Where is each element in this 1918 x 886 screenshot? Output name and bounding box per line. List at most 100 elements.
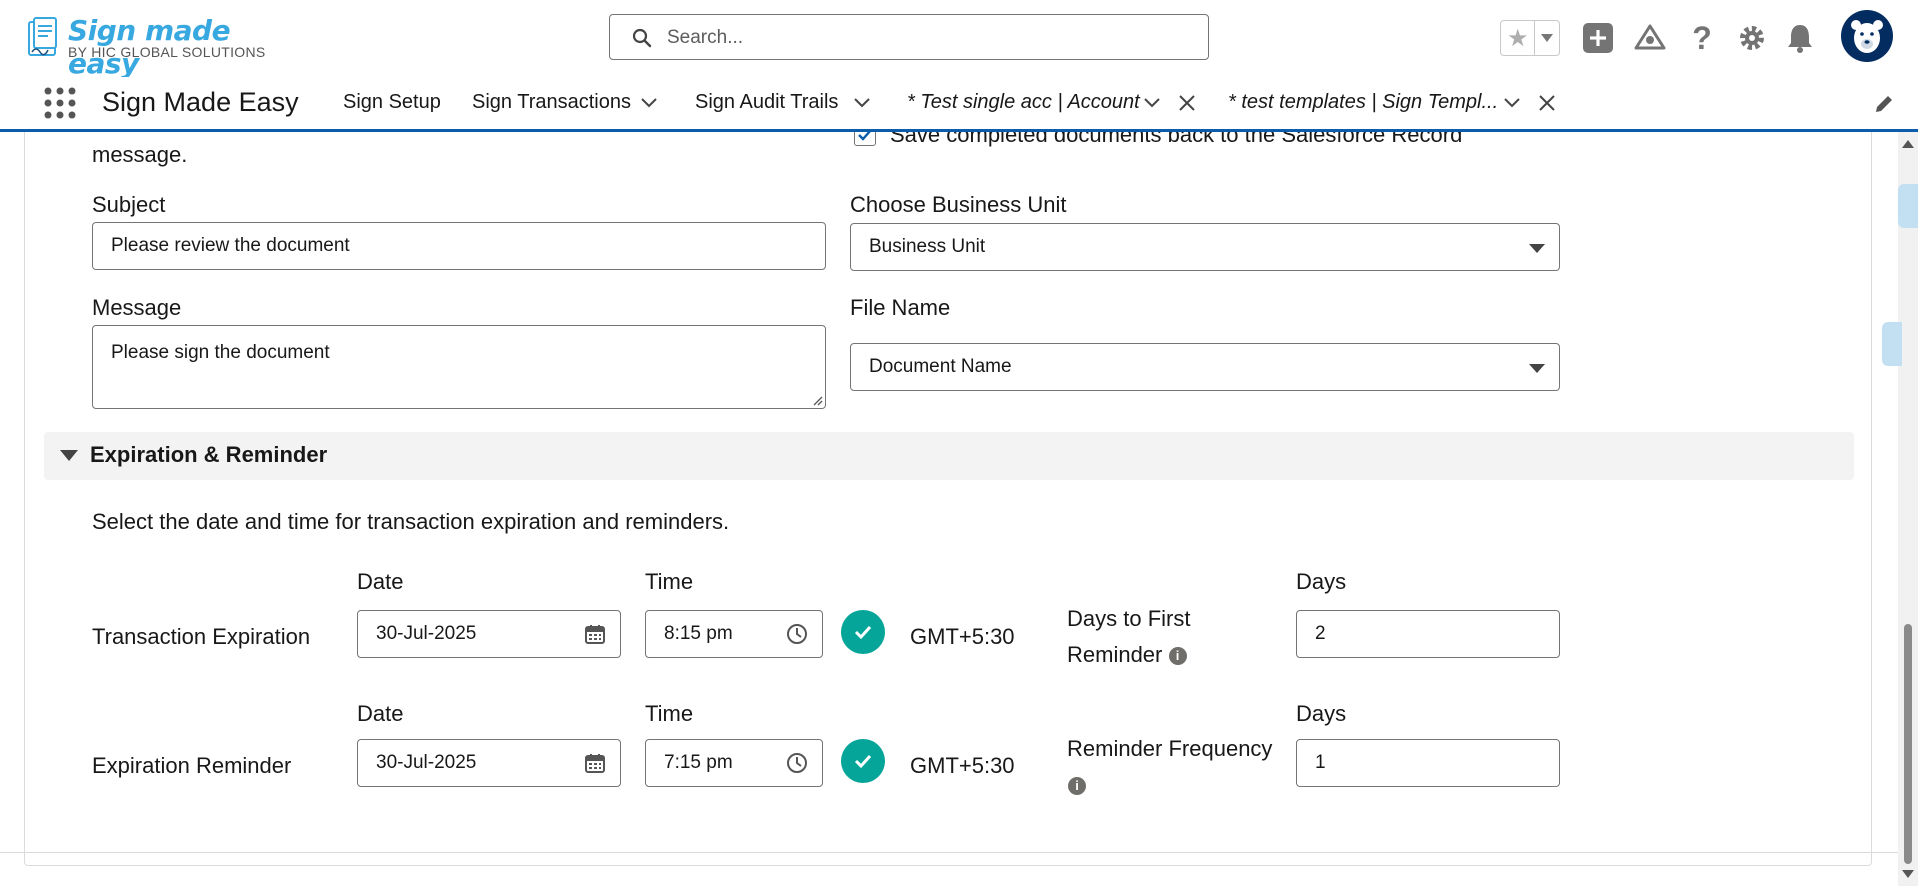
subject-label: Subject [92,192,166,217]
expiration-reminder-date[interactable]: 30-Jul-2025 [357,739,621,787]
page-content: message. Save completed documents back t… [0,132,1898,886]
checkmark-icon [858,132,871,141]
chevron-down-icon[interactable] [640,97,658,109]
subject-input[interactable]: Please review the document [92,222,826,270]
section-title: Expiration & Reminder [90,442,328,467]
navigation-bar: Sign Made Easy Sign Setup Sign Transacti… [0,77,1918,132]
message-textarea[interactable]: Please sign the document [92,325,826,409]
side-panel-tab[interactable] [1898,184,1918,228]
file-name-label: File Name [850,295,951,320]
caret-down-icon [1529,244,1545,253]
collapse-triangle-icon [60,450,78,461]
timezone-text: GMT+5:30 [910,753,1015,778]
nav-tab-test-account[interactable]: * Test single acc | Account [907,91,1140,114]
help-icon: ? [1692,19,1712,56]
expiration-section-header[interactable]: Expiration & Reminder [44,432,1854,480]
favorites-dropdown[interactable] [1534,21,1559,55]
nav-tab-test-templates[interactable]: * test templates | Sign Templ... [1228,91,1498,114]
time-value: 8:15 pm [664,623,733,644]
expiration-description: Select the date and time for transaction… [92,509,730,534]
setup-button[interactable] [1734,20,1770,56]
transaction-expiration-time[interactable]: 8:15 pm [645,610,823,658]
save-completed-label: Save completed documents back to the Sal… [890,132,1463,147]
nav-tab-sign-audit-trails[interactable]: Sign Audit Trails [695,91,838,114]
date-value: 30-Jul-2025 [376,752,477,773]
add-icon [1583,23,1613,53]
resize-handle-icon[interactable] [811,394,823,406]
trailhead-button[interactable] [1632,20,1668,56]
search-icon [632,28,652,48]
help-button[interactable]: ? [1684,20,1720,56]
business-unit-select[interactable]: Business Unit [850,223,1560,271]
app-launcher-icon[interactable] [42,85,78,121]
global-actions-button[interactable] [1580,20,1616,56]
brand-subtitle: BY HIC GLOBAL SOLUTIONS [68,44,266,60]
days-to-first-reminder-label: Days to First [1067,606,1191,631]
days-to-first-reminder-input[interactable]: 2 [1296,610,1560,658]
file-name-select[interactable]: Document Name [850,343,1560,391]
days-header: Days [1296,569,1347,594]
scroll-down-arrow-icon[interactable] [1902,870,1914,878]
info-icon[interactable]: i [1068,777,1086,795]
save-completed-checkbox[interactable] [854,132,876,146]
days-header: Days [1296,701,1347,726]
app-name: Sign Made Easy [102,87,299,117]
favorites-group: ★ [1500,20,1560,56]
global-search[interactable]: Search... [609,14,1209,60]
confirm-check-button[interactable] [841,610,885,654]
time-label: Time [645,569,694,594]
document-logo-icon [28,17,57,56]
checkmark-icon [854,754,872,769]
edit-nav-pencil-icon[interactable] [1873,93,1895,115]
chevron-down-icon[interactable] [1143,97,1161,109]
transaction-expiration-label: Transaction Expiration [92,624,311,649]
date-value: 30-Jul-2025 [376,623,477,644]
days-to-first-reminder-label-line2: Reminder i [1067,642,1187,668]
nav-tab-sign-setup[interactable]: Sign Setup [343,91,441,114]
message-label: Message [92,295,182,320]
page-scrollbar[interactable] [1898,132,1918,886]
business-unit-value: Business Unit [869,236,986,257]
scroll-up-arrow-icon[interactable] [1902,140,1914,148]
trailhead-icon [1634,24,1666,50]
expiration-reminder-label: Expiration Reminder [92,753,292,778]
message-value: Please sign the document [111,342,330,363]
search-placeholder: Search... [667,27,744,48]
bell-icon [1788,25,1812,53]
star-icon[interactable]: ★ [1501,21,1534,55]
checkmark-icon [854,625,872,640]
user-avatar[interactable] [1841,10,1893,62]
divider [0,852,1898,853]
clock-icon[interactable] [786,752,808,774]
chevron-down-icon[interactable] [1503,97,1521,109]
app-logo[interactable]: Sign made easy BY HIC GLOBAL SOLUTIONS [26,14,276,80]
bear-avatar-icon [1851,20,1883,53]
nav-tab-sign-transactions[interactable]: Sign Transactions [472,91,631,114]
date-label: Date [357,569,404,594]
reminder-text: Reminder [1067,642,1163,667]
file-name-value: Document Name [869,356,1012,377]
close-tab-icon[interactable] [1177,93,1197,113]
expiration-reminder-time[interactable]: 7:15 pm [645,739,823,787]
date-label: Date [357,701,404,726]
notifications-button[interactable] [1782,20,1818,56]
global-header: Sign made easy BY HIC GLOBAL SOLUTIONS S… [0,0,1918,80]
calendar-icon[interactable] [584,752,606,774]
chevron-down-icon[interactable] [853,97,871,109]
caret-down-icon [1541,34,1554,42]
gear-icon [1740,26,1764,50]
clock-icon[interactable] [786,623,808,645]
transaction-expiration-date[interactable]: 30-Jul-2025 [357,610,621,658]
timezone-text: GMT+5:30 [910,624,1015,649]
close-tab-icon[interactable] [1537,93,1557,113]
scroll-thumb[interactable] [1904,624,1912,864]
info-icon[interactable]: i [1168,647,1187,666]
message-hint-text: message. [92,142,188,167]
time-value: 7:15 pm [664,752,733,773]
side-panel-tab[interactable] [1882,322,1902,366]
business-unit-label: Choose Business Unit [850,192,1067,217]
reminder-frequency-label: Reminder Frequency [1067,736,1273,761]
calendar-icon[interactable] [584,623,606,645]
confirm-check-button[interactable] [841,739,885,783]
reminder-frequency-input[interactable]: 1 [1296,739,1560,787]
